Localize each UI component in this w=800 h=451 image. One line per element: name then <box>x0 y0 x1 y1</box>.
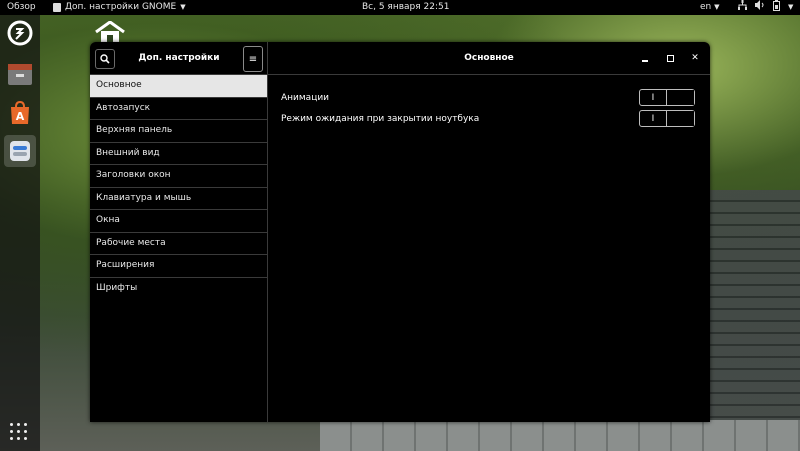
grid-dot <box>17 430 20 433</box>
tweaks-app-icon <box>53 3 61 12</box>
sidebar-item-appearance[interactable]: Внешний вид <box>90 143 267 165</box>
network-icon <box>738 0 747 10</box>
close-button[interactable]: ✕ <box>688 51 702 65</box>
dock-item-files[interactable] <box>4 58 36 90</box>
system-tray[interactable]: ▼ <box>738 0 793 15</box>
sidebar-item-top-bar[interactable]: Верхняя панель <box>90 120 267 143</box>
clock[interactable]: Вс, 5 января 22:51 <box>362 0 449 15</box>
setting-label: Режим ожидания при закрытии ноутбука <box>281 114 480 124</box>
top-bar: Обзор Доп. настройки GNOME ▼ Вс, 5 январ… <box>0 0 800 15</box>
main-header: Основное ✕ <box>268 42 710 75</box>
close-icon: ✕ <box>691 53 699 63</box>
sidebar-item-keyboard-mouse[interactable]: Клавиатура и мышь <box>90 188 267 210</box>
dock: A <box>0 15 40 451</box>
animations-toggle[interactable]: I <box>639 89 695 106</box>
sidebar-header: Доп. настройки GNOME ≡ <box>90 42 268 95</box>
tweaks-icon <box>10 141 30 161</box>
grid-dot <box>24 437 27 440</box>
sidebar-item-startup[interactable]: Автозапуск <box>90 98 267 120</box>
grid-dot <box>24 423 27 426</box>
dock-item-software[interactable]: A <box>4 97 36 129</box>
grid-dot <box>24 430 27 433</box>
toggle-on-indicator: I <box>640 90 668 105</box>
maximize-button[interactable] <box>663 51 677 65</box>
volume-icon <box>755 0 764 10</box>
minimize-icon <box>642 59 648 62</box>
language-label: en <box>700 2 712 12</box>
dock-item-tweaks[interactable] <box>4 135 36 167</box>
home-icon <box>95 20 125 43</box>
sidebar: Основное Автозапуск Верхняя панель Внешн… <box>90 75 268 422</box>
toggle-knob <box>667 90 694 105</box>
grid-dot <box>10 423 13 426</box>
toggle-on-indicator: I <box>640 111 668 126</box>
chevron-down-icon: ▼ <box>714 3 720 11</box>
wallpaper-stone-wall <box>710 190 800 451</box>
setting-row-suspend-on-lid-close: Режим ожидания при закрытии ноутбука I <box>281 110 697 128</box>
svg-text:A: A <box>16 110 25 123</box>
settings-panel: Анимации I Режим ожидания при закрытии н… <box>268 75 710 422</box>
app-menu[interactable]: Доп. настройки GNOME ▼ <box>53 0 186 15</box>
chevron-down-icon: ▼ <box>180 3 186 11</box>
sidebar-item-windows[interactable]: Окна <box>90 210 267 233</box>
sidebar-item-fonts[interactable]: Шрифты <box>90 278 267 300</box>
suspend-lid-toggle[interactable]: I <box>639 110 695 127</box>
sidebar-item-workspaces[interactable]: Рабочие места <box>90 233 267 255</box>
language-indicator[interactable]: en ▼ <box>700 0 720 15</box>
show-applications-button[interactable] <box>10 423 30 443</box>
sidebar-item-general[interactable]: Основное <box>90 75 267 98</box>
setting-row-animations: Анимации I <box>281 89 697 107</box>
battery-icon <box>773 0 780 11</box>
sidebar-item-window-titlebars[interactable]: Заголовки окон <box>90 165 267 188</box>
software-icon: A <box>11 100 29 124</box>
search-button[interactable] <box>95 49 115 69</box>
search-icon <box>100 54 110 64</box>
grid-dot <box>10 430 13 433</box>
grid-dot <box>17 437 20 440</box>
hamburger-icon: ≡ <box>248 53 258 65</box>
maximize-icon <box>666 54 674 62</box>
minimize-button[interactable] <box>638 51 652 65</box>
toggle-knob <box>667 111 694 126</box>
sidebar-item-extensions[interactable]: Расширения <box>90 255 267 278</box>
wallpaper-path <box>320 420 800 451</box>
setting-label: Анимации <box>281 93 330 103</box>
dock-item-backup[interactable] <box>4 17 36 49</box>
menu-button[interactable]: ≡ <box>243 46 263 72</box>
grid-dot <box>17 423 20 426</box>
chevron-down-icon: ▼ <box>788 3 794 11</box>
files-icon <box>8 64 32 85</box>
grid-dot <box>10 437 13 440</box>
app-menu-label: Доп. настройки GNOME <box>65 2 177 12</box>
tweaks-window: Доп. настройки GNOME ≡ Основное ✕ Основн… <box>90 42 710 422</box>
activities-button[interactable]: Обзор <box>7 0 36 15</box>
backup-icon <box>7 20 33 46</box>
